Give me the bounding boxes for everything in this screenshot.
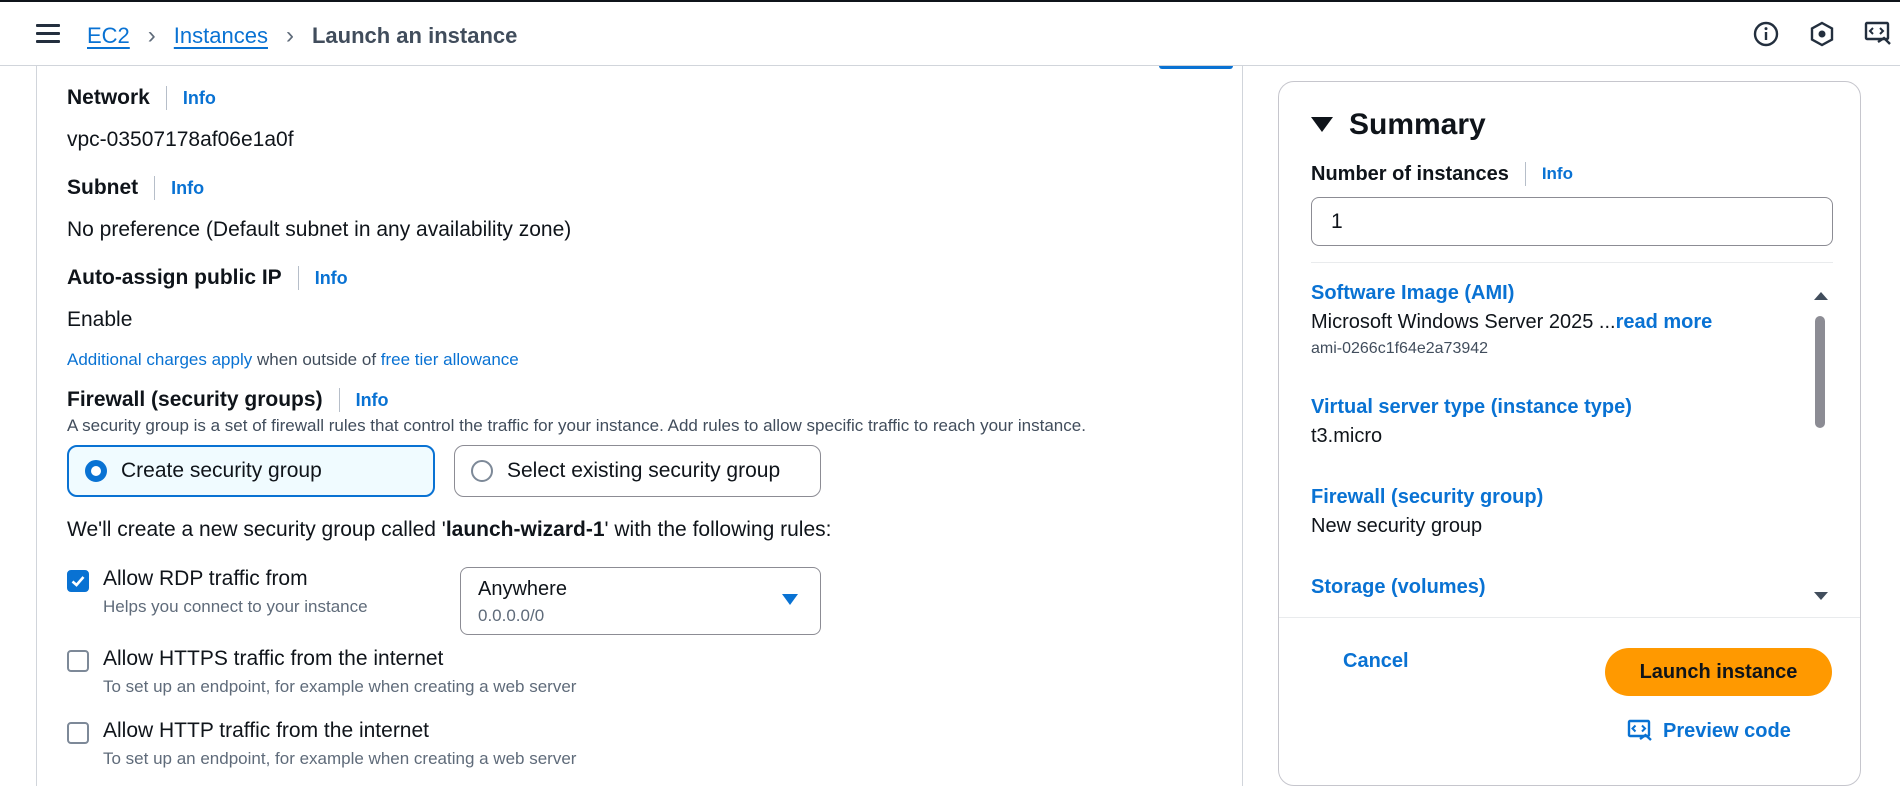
rdp-source-cidr: 0.0.0.0/0 (478, 606, 545, 625)
top-navigation-bar: EC2 › Instances › Launch an instance (0, 0, 1900, 66)
public-ip-value: Enable (67, 308, 133, 331)
allow-rdp-label: Allow RDP traffic from (103, 567, 308, 590)
number-of-instances-info-link[interactable]: Info (1524, 162, 1573, 186)
firewall-label: Firewall (security groups) Info (67, 388, 389, 412)
caret-down-icon (782, 594, 798, 605)
summary-ami-section: Software Image (AMI) Microsoft Windows S… (1311, 282, 1712, 358)
preview-code-icon (1627, 719, 1652, 741)
charges-note-text: when outside of (252, 350, 381, 369)
network-value: vpc-03507178af06e1a0f (67, 128, 294, 151)
number-of-instances-label: Number of instances Info (1311, 162, 1573, 186)
preview-code-label: Preview code (1663, 719, 1791, 742)
allow-http-checkbox[interactable] (67, 722, 89, 744)
allow-http-label: Allow HTTP traffic from the internet (103, 719, 430, 742)
subnet-label-text: Subnet (67, 176, 139, 199)
radio-selected-icon (85, 460, 107, 482)
number-of-instances-input[interactable]: 1 (1311, 197, 1833, 246)
summary-ami-name: Microsoft Windows Server 2025 ... (1311, 311, 1616, 333)
scroll-up-arrow-icon[interactable] (1814, 292, 1828, 300)
summary-instance-type-link[interactable]: Virtual server type (instance type) (1311, 396, 1632, 419)
select-existing-security-group-option[interactable]: Select existing security group (454, 445, 821, 497)
summary-scrollbar[interactable] (1811, 292, 1829, 602)
firewall-info-link[interactable]: Info (338, 388, 389, 412)
allow-rdp-help: Helps you connect to your instance (103, 597, 368, 616)
summary-details-scroll[interactable]: Software Image (AMI) Microsoft Windows S… (1311, 282, 1811, 602)
divider (1279, 617, 1860, 618)
scroll-down-arrow-icon[interactable] (1814, 592, 1828, 600)
allow-https-help: To set up an endpoint, for example when … (103, 677, 577, 696)
allow-https-checkbox[interactable] (67, 650, 89, 672)
sg-desc-suffix: ' with the following rules: (604, 518, 832, 541)
summary-instance-type-value: t3.micro (1311, 425, 1383, 447)
info-circle-icon[interactable] (1752, 20, 1780, 48)
summary-ami-link[interactable]: Software Image (AMI) (1311, 282, 1712, 305)
summary-panel: Summary Number of instances Info 1 Softw… (1278, 81, 1861, 786)
chevron-right-icon: › (147, 22, 156, 49)
security-group-name: launch-wizard-1 (445, 518, 605, 541)
read-more-link[interactable]: read more (1616, 311, 1713, 333)
summary-ami-value: Microsoft Windows Server 2025 ...read mo… (1311, 311, 1712, 334)
breadcrumb-current: Launch an instance (311, 23, 518, 48)
radio-unselected-icon (471, 460, 493, 482)
public-ip-label: Auto-assign public IP Info (67, 266, 348, 290)
summary-ami-id: ami-0266c1f64e2a73942 (1311, 340, 1489, 357)
sg-desc-prefix: We'll create a new security group called… (67, 518, 446, 541)
preview-code-button[interactable]: Preview code (1627, 718, 1791, 744)
scrollbar-thumb[interactable] (1815, 316, 1825, 428)
breadcrumb-instances-link[interactable]: Instances (174, 23, 268, 49)
network-label: Network Info (67, 86, 216, 110)
summary-firewall-value: New security group (1311, 515, 1483, 537)
summary-firewall-section: Firewall (security group) New security g… (1311, 486, 1543, 538)
network-info-link[interactable]: Info (165, 86, 216, 110)
summary-title: Summary (1349, 108, 1486, 141)
subnet-label: Subnet Info (67, 176, 204, 200)
rdp-source-value: Anywhere (478, 578, 567, 600)
launch-instance-button[interactable]: Launch instance (1605, 648, 1832, 696)
summary-storage-section: Storage (volumes) (1311, 576, 1485, 599)
checkmark-icon (71, 576, 85, 587)
free-tier-link[interactable]: free tier allowance (381, 350, 519, 369)
edit-button-edge (1159, 66, 1233, 69)
additional-charges-link[interactable]: Additional charges apply (67, 350, 252, 369)
rdp-source-select[interactable]: Anywhere 0.0.0.0/0 (460, 567, 821, 635)
public-ip-info-link[interactable]: Info (297, 266, 348, 290)
subnet-info-link[interactable]: Info (154, 176, 204, 200)
summary-header[interactable]: Summary (1311, 108, 1486, 142)
allow-https-label: Allow HTTPS traffic from the internet (103, 647, 444, 670)
chevron-right-icon: › (285, 22, 294, 49)
collapse-triangle-icon (1311, 117, 1333, 132)
create-security-group-option[interactable]: Create security group (67, 445, 435, 497)
menu-hamburger-icon[interactable] (36, 24, 60, 44)
allow-rdp-checkbox[interactable] (67, 570, 89, 592)
network-label-text: Network (67, 86, 150, 109)
firewall-description: A security group is a set of firewall ru… (67, 416, 1086, 435)
summary-firewall-link[interactable]: Firewall (security group) (1311, 486, 1543, 509)
breadcrumb-ec2-link[interactable]: EC2 (87, 23, 130, 49)
security-group-description: We'll create a new security group called… (67, 518, 831, 542)
charges-note: Additional charges apply when outside of… (67, 350, 519, 370)
firewall-label-text: Firewall (security groups) (67, 388, 323, 411)
select-existing-security-group-label: Select existing security group (507, 459, 781, 482)
number-of-instances-label-text: Number of instances (1311, 162, 1509, 185)
settings-shield-icon[interactable] (1808, 20, 1836, 48)
public-ip-label-text: Auto-assign public IP (67, 266, 282, 289)
network-settings-panel: Network Info vpc-03507178af06e1a0f Subne… (36, 66, 1243, 786)
cancel-button[interactable]: Cancel (1343, 650, 1409, 673)
breadcrumb: EC2 › Instances › Launch an instance (87, 22, 517, 50)
summary-instance-type-section: Virtual server type (instance type) t3.m… (1311, 396, 1632, 448)
divider (1311, 262, 1833, 263)
subnet-value: No preference (Default subnet in any ava… (67, 218, 572, 241)
summary-storage-link[interactable]: Storage (volumes) (1311, 576, 1485, 599)
create-security-group-label: Create security group (121, 459, 322, 482)
preview-code-icon[interactable] (1864, 20, 1892, 48)
allow-http-help: To set up an endpoint, for example when … (103, 749, 577, 768)
